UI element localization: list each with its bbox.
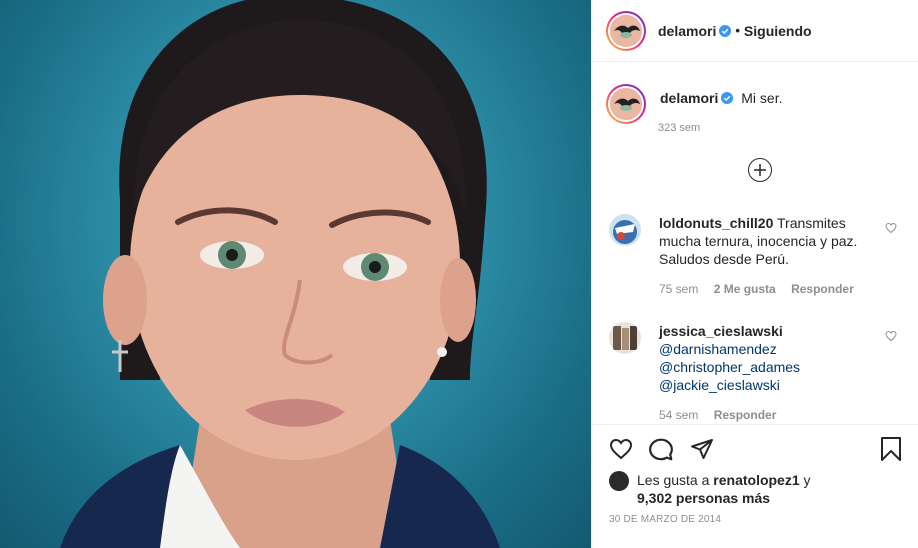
commenter-avatar[interactable] [609, 214, 641, 246]
post-header: delamori • Siguiendo [592, 0, 918, 62]
caption-avatar[interactable] [606, 84, 646, 124]
comment-bubble-icon[interactable] [648, 437, 674, 463]
comment-age[interactable]: 75 sem [659, 282, 698, 296]
comment-likes[interactable]: 2 Me gusta [714, 282, 776, 296]
post-photo[interactable] [0, 0, 591, 548]
comment-item: loldonuts_chill20 Transmites mucha ternu… [609, 214, 909, 298]
author-avatar[interactable] [606, 10, 646, 51]
caption-username[interactable]: delamori [660, 90, 718, 106]
comment-meta: 54 sem Responder [659, 406, 869, 424]
commenter-username[interactable]: loldonuts_chill20 [659, 215, 773, 231]
likes-prefix: Les gusta a [637, 472, 710, 488]
caption-age[interactable]: 323 sem [658, 122, 700, 134]
following-button[interactable]: Siguiendo [744, 23, 812, 39]
comment-item: jessica_cieslawski @darnishamendez @chri… [609, 322, 909, 424]
action-icons [606, 437, 906, 463]
verified-badge-icon [719, 24, 732, 37]
heart-icon[interactable] [885, 222, 897, 234]
load-more-comments-button[interactable] [748, 158, 772, 182]
caption: delamori Mi ser. [606, 84, 782, 124]
separator-dot: • [735, 23, 740, 38]
post-side-panel: delamori • Siguiendo delamori Mi ser. 32… [591, 0, 918, 548]
comment-age[interactable]: 54 sem [659, 408, 698, 422]
reply-button[interactable]: Responder [714, 408, 777, 422]
verified-badge-icon [721, 92, 734, 104]
commenter-username[interactable]: jessica_cieslawski [659, 322, 869, 340]
heart-icon[interactable] [885, 330, 897, 342]
post-date[interactable]: 30 DE MARZO DE 2014 [609, 514, 721, 525]
likes-summary[interactable]: Les gusta a renatolopez1 y 9,302 persona… [609, 471, 847, 507]
likes-others[interactable]: 9,302 personas más [637, 490, 770, 506]
liker-username[interactable]: renatolopez1 [713, 472, 799, 488]
mention-link[interactable]: @jackie_cieslawski [659, 376, 869, 394]
mention-link[interactable]: @christopher_adames [659, 358, 869, 376]
post-actions: Les gusta a renatolopez1 y 9,302 persona… [592, 424, 918, 548]
comments-area[interactable]: delamori Mi ser. 323 sem loldonuts_chill… [592, 62, 918, 424]
likes-connector: y [803, 472, 811, 488]
author-username[interactable]: delamori [658, 23, 716, 39]
comment-meta: 75 sem 2 Me gusta Responder [659, 280, 869, 298]
caption-text: delamori Mi ser. [660, 90, 782, 124]
mention-link[interactable]: @darnishamendez [659, 340, 869, 358]
liker-avatar[interactable] [609, 471, 629, 491]
paper-plane-icon[interactable] [690, 437, 714, 461]
portrait-image [60, 0, 500, 548]
bookmark-icon[interactable] [880, 437, 902, 461]
caption-body: Mi ser. [741, 90, 783, 106]
heart-icon[interactable] [608, 437, 634, 461]
commenter-avatar[interactable] [609, 322, 641, 354]
reply-button[interactable]: Responder [791, 282, 854, 296]
plus-circle-icon [754, 164, 766, 176]
